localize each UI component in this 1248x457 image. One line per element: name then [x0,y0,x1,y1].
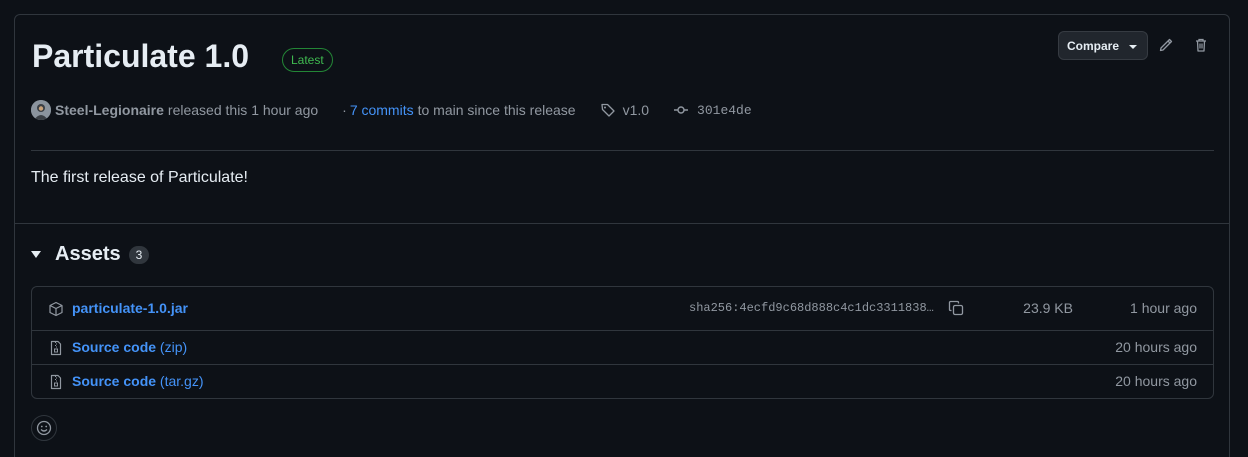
release-card: Particulate 1.0 Latest Compare Steel-Leg [14,14,1230,457]
divider [31,150,1214,151]
avatar[interactable] [31,100,51,120]
asset-format: (zip) [159,339,188,355]
asset-row: Source code (zip) 20 hours ago [32,331,1213,364]
copy-icon[interactable] [948,300,964,316]
asset-name: particulate-1.0.jar [72,300,188,316]
assets-title: Assets [55,243,121,265]
file-zip-icon [50,374,62,390]
author-link[interactable]: Steel-Legionaire [55,102,164,118]
asset-link[interactable]: particulate-1.0.jar [72,300,188,316]
commit-hash-link[interactable]: 301e4de [697,103,752,118]
release-description: The first release of Particulate! [31,169,248,186]
smiley-icon [36,420,52,436]
trash-icon [1196,38,1206,52]
commits-link[interactable]: 7 commits [350,102,414,118]
asset-link[interactable]: Source code (tar.gz) [72,373,204,389]
assets-list: particulate-1.0.jar sha256:4ecfd9c68d888… [31,286,1214,399]
avatar-image [31,100,51,120]
triangle-down-icon [31,251,41,258]
tag-icon [600,103,615,117]
released-text: released this 1 hour ago [167,102,319,118]
add-reaction-button[interactable] [31,415,57,441]
release-title[interactable]: Particulate 1.0 [32,36,249,76]
asset-name: Source code [72,339,157,355]
assets-toggle[interactable]: Assets 3 [31,243,150,266]
edit-button[interactable] [1155,34,1177,56]
compare-button-label: Compare [1067,38,1120,53]
commits-prefix: · [342,102,347,118]
asset-row: particulate-1.0.jar sha256:4ecfd9c68d888… [32,287,1213,330]
release-meta: Steel-Legionaire released this 1 hour ag… [31,98,752,122]
section-divider [15,223,1229,224]
assets-count-badge: 3 [128,245,150,264]
caret-down-icon [1129,44,1138,49]
asset-link[interactable]: Source code (zip) [72,339,187,355]
commit-icon [674,106,689,114]
asset-time: 20 hours ago [1115,339,1197,355]
commits-suffix: to main since this release [417,102,576,118]
asset-size: 23.9 KB [1023,300,1073,316]
tag-link[interactable]: v1.0 [623,102,649,118]
compare-button[interactable]: Compare [1058,31,1148,60]
file-zip-icon [50,340,62,356]
delete-button[interactable] [1190,34,1212,56]
asset-row: Source code (tar.gz) 20 hours ago [32,365,1213,398]
asset-time: 20 hours ago [1115,373,1197,389]
asset-time: 1 hour ago [1130,300,1197,316]
package-icon [49,301,63,317]
asset-sha: sha256:4ecfd9c68d888c4c1dc3311838… [689,301,934,315]
asset-name: Source code [72,373,157,389]
pencil-icon [1159,38,1173,52]
latest-badge: Latest [282,48,333,72]
asset-format: (tar.gz) [159,373,204,389]
